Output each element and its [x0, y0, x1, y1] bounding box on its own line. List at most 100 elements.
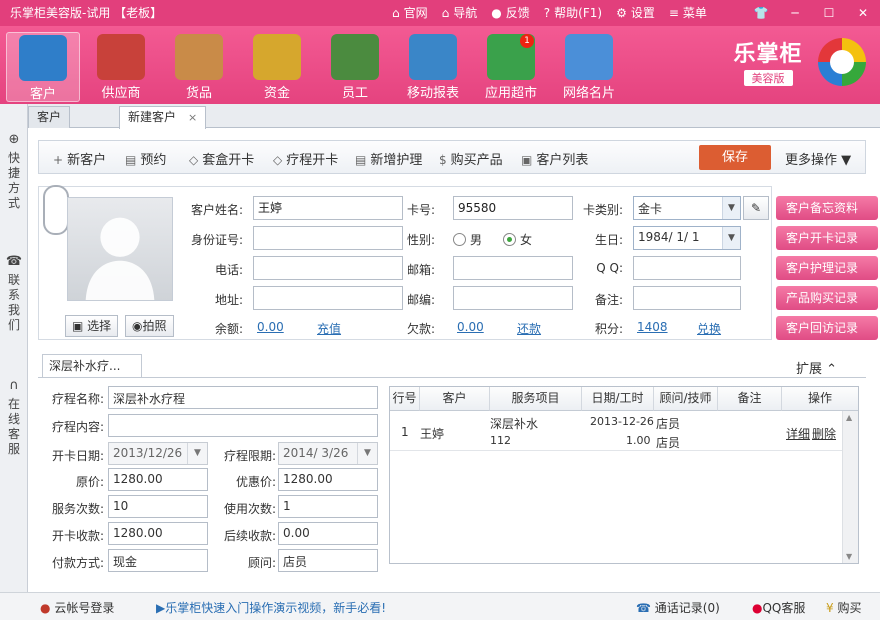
customer-name-field[interactable]: 王婷 — [253, 196, 403, 220]
gender-male-radio[interactable]: 男 — [453, 231, 482, 248]
open-date-label: 开卡日期: — [51, 449, 104, 463]
main-toolbar: 客户 供应商 货品 资金 员工 移动报表 1 应用超市 网络名片 乐掌柜 美容版 — [0, 26, 880, 104]
card-type-select[interactable]: 金卡 ▼ — [633, 196, 741, 220]
debt-value[interactable]: 0.00 — [457, 320, 484, 334]
expand-button[interactable]: 扩展 ⌃ — [796, 358, 837, 377]
purchase-record-button[interactable]: 产品购买记录 — [776, 286, 878, 310]
treatment-tab[interactable]: 深层补水疗... — [42, 354, 142, 378]
title-link-menu[interactable]: ≡ 菜单 — [669, 4, 707, 21]
phone-icon: ☎ — [5, 254, 23, 269]
row-delete-link[interactable]: 删除 — [812, 425, 836, 442]
times-field[interactable]: 10 — [108, 495, 208, 518]
clipboard-icon: ▤ — [355, 153, 367, 167]
toolbar-funds[interactable]: 资金 — [240, 32, 314, 102]
pencil-icon: ✎ — [750, 201, 762, 215]
zip-field[interactable] — [453, 286, 573, 310]
treatment-content-field[interactable] — [108, 414, 378, 437]
take-photo-button[interactable]: ◉拍照 — [125, 315, 174, 337]
row-detail-link[interactable]: 详细 — [786, 425, 810, 442]
buy-link[interactable]: ¥ 购买 — [826, 599, 861, 616]
qq-field[interactable] — [633, 256, 741, 280]
card-record-button[interactable]: 客户开卡记录 — [776, 226, 878, 250]
id-number-field[interactable] — [253, 226, 403, 250]
later-fee-label: 后续收款: — [223, 529, 276, 543]
visit-record-button[interactable]: 客户回访记录 — [776, 316, 878, 340]
pay-method-field[interactable]: 现金 — [108, 549, 208, 572]
period-picker[interactable]: 2014/ 3/26 ▼ — [278, 442, 378, 465]
brand-logo-icon — [818, 38, 866, 86]
tab-customer[interactable]: 客户 — [28, 106, 71, 128]
discount-field[interactable]: 1280.00 — [278, 468, 378, 491]
toolbar-customer[interactable]: 客户 — [6, 32, 80, 102]
scroll-up-icon[interactable]: ▲ — [846, 413, 852, 422]
business-card-icon — [565, 34, 613, 80]
title-link-settings[interactable]: ⚙ 设置 — [616, 4, 655, 21]
open-date-picker[interactable]: 2013/12/26 ▼ — [108, 442, 208, 465]
contact-us[interactable]: ☎ 联系我们 — [0, 254, 28, 333]
repay-link[interactable]: 还款 — [517, 320, 541, 337]
maximize-button[interactable]: ☐ — [812, 0, 846, 26]
quick-shortcuts[interactable]: ⊕ 快捷方式 — [0, 132, 28, 211]
appointment-button[interactable]: ▤ 预约 — [125, 149, 166, 168]
card-number-field[interactable]: 95580 — [453, 196, 573, 220]
close-button[interactable]: ✕ — [846, 0, 880, 26]
minimize-button[interactable]: ─ — [778, 0, 812, 26]
note-field[interactable] — [633, 286, 741, 310]
care-record-button[interactable]: 客户护理记录 — [776, 256, 878, 280]
scroll-down-icon[interactable]: ▼ — [846, 552, 852, 561]
toolbar-employee[interactable]: 员工 — [318, 32, 392, 102]
phone-label: 电话: — [214, 263, 243, 277]
choose-photo-button[interactable]: ▣ 选择 — [65, 315, 119, 337]
treatment-name-label: 疗程名称: — [51, 392, 104, 406]
address-field[interactable] — [253, 286, 403, 310]
customer-list-button[interactable]: ▣ 客户列表 — [521, 149, 588, 168]
title-link-nav[interactable]: ⌂ 导航 — [442, 4, 478, 21]
toolbar-supplier[interactable]: 供应商 — [84, 32, 158, 102]
title-link-help[interactable]: ? 帮助(F1) — [544, 4, 602, 21]
tab-new-customer[interactable]: 新建客户 × — [119, 106, 207, 129]
tutorial-video-link[interactable]: ▶乐掌柜快速入门操作演示视频，新手必看! — [156, 599, 386, 616]
open-fee-field[interactable]: 1280.00 — [108, 522, 208, 545]
buy-product-button[interactable]: $ 购买产品 — [439, 149, 503, 168]
redeem-link[interactable]: 兑换 — [697, 320, 721, 337]
treatment-card-button[interactable]: ◇ 疗程开卡 — [273, 149, 338, 168]
title-link-feedback[interactable]: ● 反馈 — [491, 4, 530, 21]
online-service[interactable]: ∩ 在线客服 — [0, 378, 28, 457]
price-field[interactable]: 1280.00 — [108, 468, 208, 491]
email-field[interactable] — [453, 256, 573, 280]
skin-icon[interactable]: 👕 — [744, 0, 778, 26]
birthday-picker[interactable]: 1984/ 1/ 1 ▼ — [633, 226, 741, 250]
new-customer-button[interactable]: + 新客户 — [53, 149, 106, 168]
call-records-link[interactable]: ☎ 通话记录(0) — [636, 599, 720, 616]
toolbar-app-market[interactable]: 1 应用超市 — [474, 32, 548, 102]
title-link-official[interactable]: ⌂ 官网 — [392, 4, 428, 21]
yen-icon: ¥ — [826, 601, 834, 615]
edit-card-type-button[interactable]: ✎ — [743, 196, 769, 220]
qq-service-link[interactable]: ●QQ客服 — [752, 599, 805, 616]
customer-icon — [19, 35, 67, 81]
table-row[interactable]: 1 王婷 深层补水 112 2013-12-26 1.00 店员 店员 详细 删… — [390, 411, 842, 451]
balance-value[interactable]: 0.00 — [257, 320, 284, 334]
advisor-field[interactable]: 店员 — [278, 549, 378, 572]
gender-female-radio[interactable]: 女 — [503, 231, 532, 248]
customer-memo-button[interactable]: 客户备忘资料 — [776, 196, 878, 220]
box-card-button[interactable]: ◇ 套盒开卡 — [189, 149, 254, 168]
grid-scrollbar[interactable]: ▲ ▼ — [842, 411, 858, 563]
close-tab-icon[interactable]: × — [188, 111, 197, 124]
market-badge: 1 — [520, 34, 534, 48]
toolbar-mobile-report[interactable]: 移动报表 — [396, 32, 470, 102]
phone-field[interactable] — [253, 256, 403, 280]
points-value[interactable]: 1408 — [637, 320, 668, 334]
cloud-login-link[interactable]: ● 云帐号登录 — [40, 599, 114, 616]
save-button[interactable]: 保存 — [699, 145, 771, 170]
later-fee-field[interactable]: 0.00 — [278, 522, 378, 545]
row-item: 深层补水 — [490, 417, 539, 431]
more-actions-button[interactable]: 更多操作 ▼ — [785, 149, 851, 168]
toolbar-business-card[interactable]: 网络名片 — [552, 32, 626, 102]
new-care-button[interactable]: ▤ 新增护理 — [355, 149, 422, 168]
left-quick-strip: ⊕ 快捷方式 ☎ 联系我们 ∩ 在线客服 — [0, 104, 28, 592]
toolbar-goods[interactable]: 货品 — [162, 32, 236, 102]
used-field[interactable]: 1 — [278, 495, 378, 518]
treatment-name-field[interactable]: 深层补水疗程 — [108, 386, 378, 409]
recharge-link[interactable]: 充值 — [317, 320, 341, 337]
